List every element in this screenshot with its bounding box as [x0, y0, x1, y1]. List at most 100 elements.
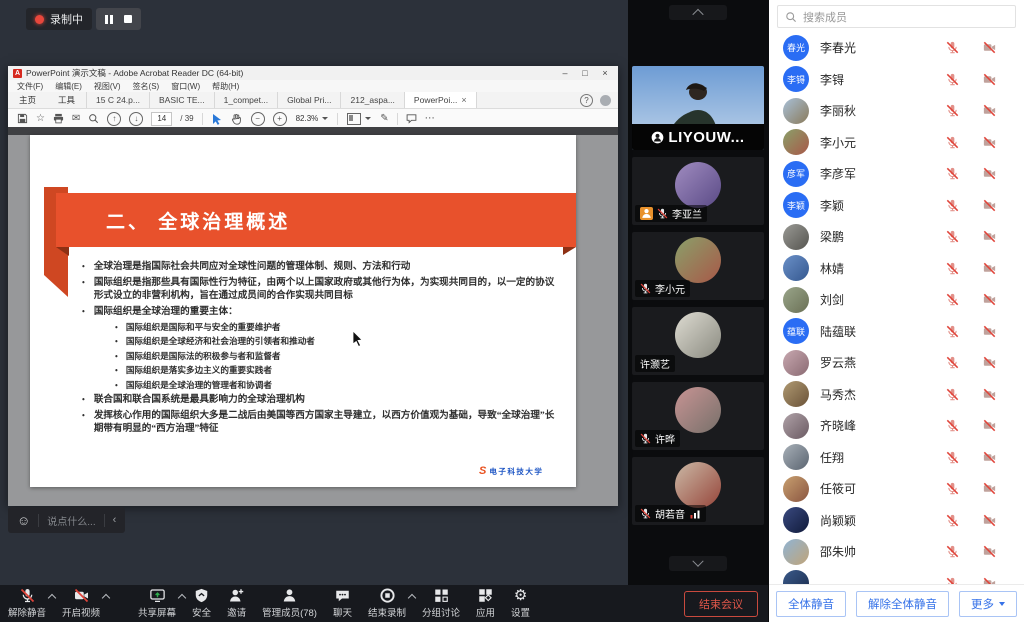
- invite-button[interactable]: 邀请: [219, 586, 254, 621]
- member-row[interactable]: 尚颖颖: [769, 505, 1024, 537]
- member-row[interactable]: 李锝 李锝: [769, 64, 1024, 96]
- member-row[interactable]: 邵朱帅: [769, 536, 1024, 568]
- zoom-out-icon[interactable]: −: [251, 112, 265, 126]
- pdf-viewport[interactable]: 二、 全球治理概述 • 全球治理是指国际社会共同应对全球性问题的管理体制、规则、…: [8, 127, 618, 506]
- collapse-chat-icon[interactable]: ‹: [113, 515, 117, 526]
- account-icon[interactable]: [600, 95, 611, 106]
- document-tab[interactable]: 15 C 24.p... ×: [86, 92, 149, 108]
- save-icon[interactable]: [17, 113, 28, 124]
- menu-item[interactable]: 编辑(E): [55, 81, 82, 92]
- close-tab-icon[interactable]: ×: [461, 95, 466, 105]
- email-icon[interactable]: ✉: [72, 114, 80, 124]
- document-tab[interactable]: PowerPoi... ×: [404, 92, 477, 108]
- mic-off-icon[interactable]: [946, 577, 959, 584]
- select-tool-icon[interactable]: [211, 113, 223, 125]
- quick-chat-bar[interactable]: ☺ 说点什么... ‹: [8, 507, 125, 533]
- mic-off-icon[interactable]: [946, 482, 959, 495]
- print-icon[interactable]: [53, 113, 64, 124]
- zoom-in-icon[interactable]: +: [273, 112, 287, 126]
- camera-off-icon[interactable]: [983, 199, 996, 212]
- mic-off-icon[interactable]: [946, 73, 959, 86]
- video-tile[interactable]: 许晔: [632, 382, 764, 450]
- apps-button[interactable]: 应用: [468, 586, 503, 621]
- acrobat-titlebar[interactable]: A PowerPoint 演示文稿 - Adobe Acrobat Reader…: [8, 66, 618, 80]
- menu-item[interactable]: 窗口(W): [171, 81, 200, 92]
- chat-input-placeholder[interactable]: 说点什么...: [47, 513, 95, 528]
- member-row[interactable]: 刘剑: [769, 284, 1024, 316]
- breakout-rooms-button[interactable]: 分组讨论: [414, 586, 468, 621]
- member-row[interactable]: 林婧: [769, 253, 1024, 285]
- unmute-button[interactable]: 解除静音: [0, 586, 54, 621]
- manage-members-button[interactable]: 管理成员(78): [254, 586, 325, 621]
- expand-strip-button[interactable]: [669, 556, 727, 571]
- menu-item[interactable]: 文件(F): [17, 81, 43, 92]
- overflow-menu-icon[interactable]: ⋯: [425, 114, 435, 124]
- previous-page-icon[interactable]: ↑: [107, 112, 121, 126]
- collapse-strip-button[interactable]: [669, 5, 727, 20]
- next-page-icon[interactable]: ↓: [129, 112, 143, 126]
- document-tab[interactable]: 1_compet... ×: [214, 92, 277, 108]
- close-button[interactable]: ×: [597, 66, 613, 80]
- minimize-button[interactable]: –: [557, 66, 573, 80]
- menu-item[interactable]: 视图(V): [94, 81, 121, 92]
- member-row[interactable]: 任筱可: [769, 473, 1024, 505]
- stop-recording-toolbar-button[interactable]: 结束录制: [360, 586, 414, 621]
- tab-home[interactable]: 主页: [8, 92, 47, 108]
- camera-off-icon[interactable]: [983, 293, 996, 306]
- member-row[interactable]: 任翔: [769, 442, 1024, 474]
- member-row[interactable]: 李丽秋: [769, 95, 1024, 127]
- security-button[interactable]: 安全: [184, 586, 219, 621]
- search-members-input[interactable]: 搜索成员: [777, 5, 1016, 28]
- camera-off-icon[interactable]: [983, 262, 996, 275]
- tab-tools[interactable]: 工具: [47, 92, 86, 108]
- mic-off-icon[interactable]: [946, 136, 959, 149]
- member-row[interactable]: 罗云燕: [769, 347, 1024, 379]
- mic-off-icon[interactable]: [946, 388, 959, 401]
- member-row[interactable]: 春光 李春光: [769, 32, 1024, 64]
- video-tile[interactable]: 许灏艺: [632, 307, 764, 375]
- camera-off-icon[interactable]: [983, 451, 996, 464]
- member-row[interactable]: 李小元: [769, 127, 1024, 159]
- camera-off-icon[interactable]: [983, 325, 996, 338]
- video-tile[interactable]: 李亚兰: [632, 157, 764, 225]
- camera-off-icon[interactable]: [983, 419, 996, 432]
- mic-off-icon[interactable]: [946, 545, 959, 558]
- camera-off-icon[interactable]: [983, 356, 996, 369]
- member-row[interactable]: 梁鹏: [769, 221, 1024, 253]
- page-number-input[interactable]: 14: [151, 112, 172, 126]
- mic-off-icon[interactable]: [946, 262, 959, 275]
- member-row[interactable]: 马秀杰: [769, 379, 1024, 411]
- camera-off-icon[interactable]: [983, 388, 996, 401]
- camera-off-icon[interactable]: [983, 167, 996, 180]
- mic-off-icon[interactable]: [946, 230, 959, 243]
- document-tab[interactable]: BASIC TE... ×: [149, 92, 214, 108]
- member-row[interactable]: 彦军 李彦军: [769, 158, 1024, 190]
- comment-icon[interactable]: [406, 113, 417, 124]
- menu-item[interactable]: 帮助(H): [212, 81, 239, 92]
- camera-off-icon[interactable]: [983, 73, 996, 86]
- mic-off-icon[interactable]: [946, 419, 959, 432]
- member-row[interactable]: 蕴联 陆蕴联: [769, 316, 1024, 348]
- help-icon[interactable]: ?: [580, 94, 593, 107]
- video-tile[interactable]: 胡若音: [632, 457, 764, 525]
- member-row[interactable]: 李颖 李颖: [769, 190, 1024, 222]
- mic-off-icon[interactable]: [946, 104, 959, 117]
- menu-item[interactable]: 签名(S): [133, 81, 160, 92]
- camera-off-icon[interactable]: [983, 482, 996, 495]
- camera-off-icon[interactable]: [983, 577, 996, 584]
- mic-off-icon[interactable]: [946, 514, 959, 527]
- star-icon[interactable]: ☆: [36, 114, 45, 124]
- document-tab[interactable]: Global Pri... ×: [277, 92, 340, 108]
- page-view-dropdown[interactable]: [346, 112, 372, 126]
- chevron-up-icon[interactable]: [102, 594, 110, 602]
- unmute-all-button[interactable]: 解除全体静音: [856, 591, 949, 617]
- search-icon[interactable]: [88, 113, 99, 124]
- camera-off-icon[interactable]: [983, 545, 996, 558]
- camera-off-icon[interactable]: [983, 104, 996, 117]
- video-tile[interactable]: 李小元: [632, 232, 764, 300]
- emoji-icon[interactable]: ☺: [17, 514, 30, 527]
- mic-off-icon[interactable]: [946, 293, 959, 306]
- pause-recording-button[interactable]: [105, 15, 113, 24]
- hand-tool-icon[interactable]: [231, 113, 243, 125]
- camera-off-icon[interactable]: [983, 41, 996, 54]
